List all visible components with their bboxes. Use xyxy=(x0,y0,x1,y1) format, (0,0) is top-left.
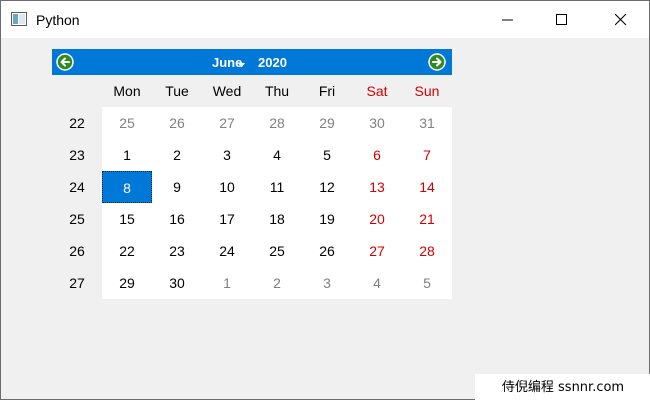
calendar-day[interactable]: 2 xyxy=(152,139,202,171)
calendar-day[interactable]: 16 xyxy=(152,203,202,235)
calendar-day[interactable]: 9 xyxy=(152,171,202,203)
calendar-day[interactable]: 3 xyxy=(302,267,352,299)
calendar-day[interactable]: 20 xyxy=(352,203,402,235)
calendar-day[interactable]: 23 xyxy=(152,235,202,267)
calendar-day[interactable]: 12 xyxy=(302,171,352,203)
calendar-day[interactable]: 26 xyxy=(302,235,352,267)
calendar-day-selected[interactable]: 8 xyxy=(102,171,152,203)
calendar-day[interactable]: 22 xyxy=(102,235,152,267)
title-bar[interactable]: Python xyxy=(1,1,649,38)
calendar-day[interactable]: 11 xyxy=(252,171,302,203)
calendar-day[interactable]: 27 xyxy=(202,107,252,139)
previous-month-icon[interactable] xyxy=(56,53,74,71)
calendar-day[interactable]: 2 xyxy=(252,267,302,299)
week-number: 26 xyxy=(69,243,85,259)
calendar-navigation-bar: June 2020 xyxy=(52,49,452,75)
window-title: Python xyxy=(36,12,80,28)
weekday-header-wed: Wed xyxy=(212,83,242,99)
calendar-day[interactable]: 25 xyxy=(252,235,302,267)
calendar-widget: June 2020 Mon Tue Wed Thu Fri Sat Sun 22… xyxy=(52,49,452,299)
weekday-header-tue: Tue xyxy=(165,83,189,99)
weekday-header-sun: Sun xyxy=(414,83,440,99)
calendar-day[interactable]: 3 xyxy=(202,139,252,171)
year-selector[interactable]: 2020 xyxy=(258,55,287,70)
calendar-day[interactable]: 1 xyxy=(202,267,252,299)
calendar-day[interactable]: 5 xyxy=(402,267,452,299)
calendar-day[interactable]: 29 xyxy=(102,267,152,299)
calendar-day[interactable]: 4 xyxy=(352,267,402,299)
calendar-day[interactable]: 28 xyxy=(402,235,452,267)
app-window: Python June 2020 Mon Tue Wed Thu Fri Sat… xyxy=(0,0,650,401)
calendar-day[interactable]: 6 xyxy=(352,139,402,171)
week-number: 24 xyxy=(69,179,85,195)
week-number: 27 xyxy=(69,275,85,291)
calendar-day[interactable]: 14 xyxy=(402,171,452,203)
calendar-day[interactable]: 13 xyxy=(352,171,402,203)
minimize-icon xyxy=(502,19,513,21)
weekday-header-fri: Fri xyxy=(318,83,336,99)
app-icon xyxy=(11,12,27,26)
calendar-day[interactable]: 25 xyxy=(102,107,152,139)
week-number: 23 xyxy=(69,147,85,163)
calendar-day[interactable]: 19 xyxy=(302,203,352,235)
calendar-day[interactable]: 5 xyxy=(302,139,352,171)
next-month-icon[interactable] xyxy=(428,53,446,71)
maximize-button[interactable] xyxy=(539,1,585,38)
weekday-header-sat: Sat xyxy=(366,83,388,99)
calendar-day[interactable]: 17 xyxy=(202,203,252,235)
week-number: 25 xyxy=(69,211,85,227)
calendar-day[interactable]: 30 xyxy=(152,267,202,299)
week-number: 22 xyxy=(69,115,85,131)
close-button[interactable] xyxy=(598,1,644,38)
calendar-day[interactable]: 1 xyxy=(102,139,152,171)
calendar-day[interactable]: 27 xyxy=(352,235,402,267)
calendar-day[interactable]: 7 xyxy=(402,139,452,171)
weekday-header-mon: Mon xyxy=(113,83,141,99)
month-dropdown-icon[interactable] xyxy=(238,63,245,68)
weekday-header-thu: Thu xyxy=(264,83,290,99)
calendar-day[interactable]: 28 xyxy=(252,107,302,139)
calendar-day[interactable]: 24 xyxy=(202,235,252,267)
calendar-day[interactable]: 29 xyxy=(302,107,352,139)
close-icon xyxy=(615,14,627,26)
calendar-day[interactable]: 21 xyxy=(402,203,452,235)
watermark-text: 侍倪编程 ssnnr.com xyxy=(475,374,650,401)
calendar-day[interactable]: 26 xyxy=(152,107,202,139)
calendar-day[interactable]: 10 xyxy=(202,171,252,203)
calendar-day[interactable]: 18 xyxy=(252,203,302,235)
calendar-day[interactable]: 30 xyxy=(352,107,402,139)
calendar-day[interactable]: 15 xyxy=(102,203,152,235)
minimize-button[interactable] xyxy=(485,1,531,38)
calendar-day[interactable]: 4 xyxy=(252,139,302,171)
calendar-day[interactable]: 31 xyxy=(402,107,452,139)
maximize-icon xyxy=(556,14,567,25)
